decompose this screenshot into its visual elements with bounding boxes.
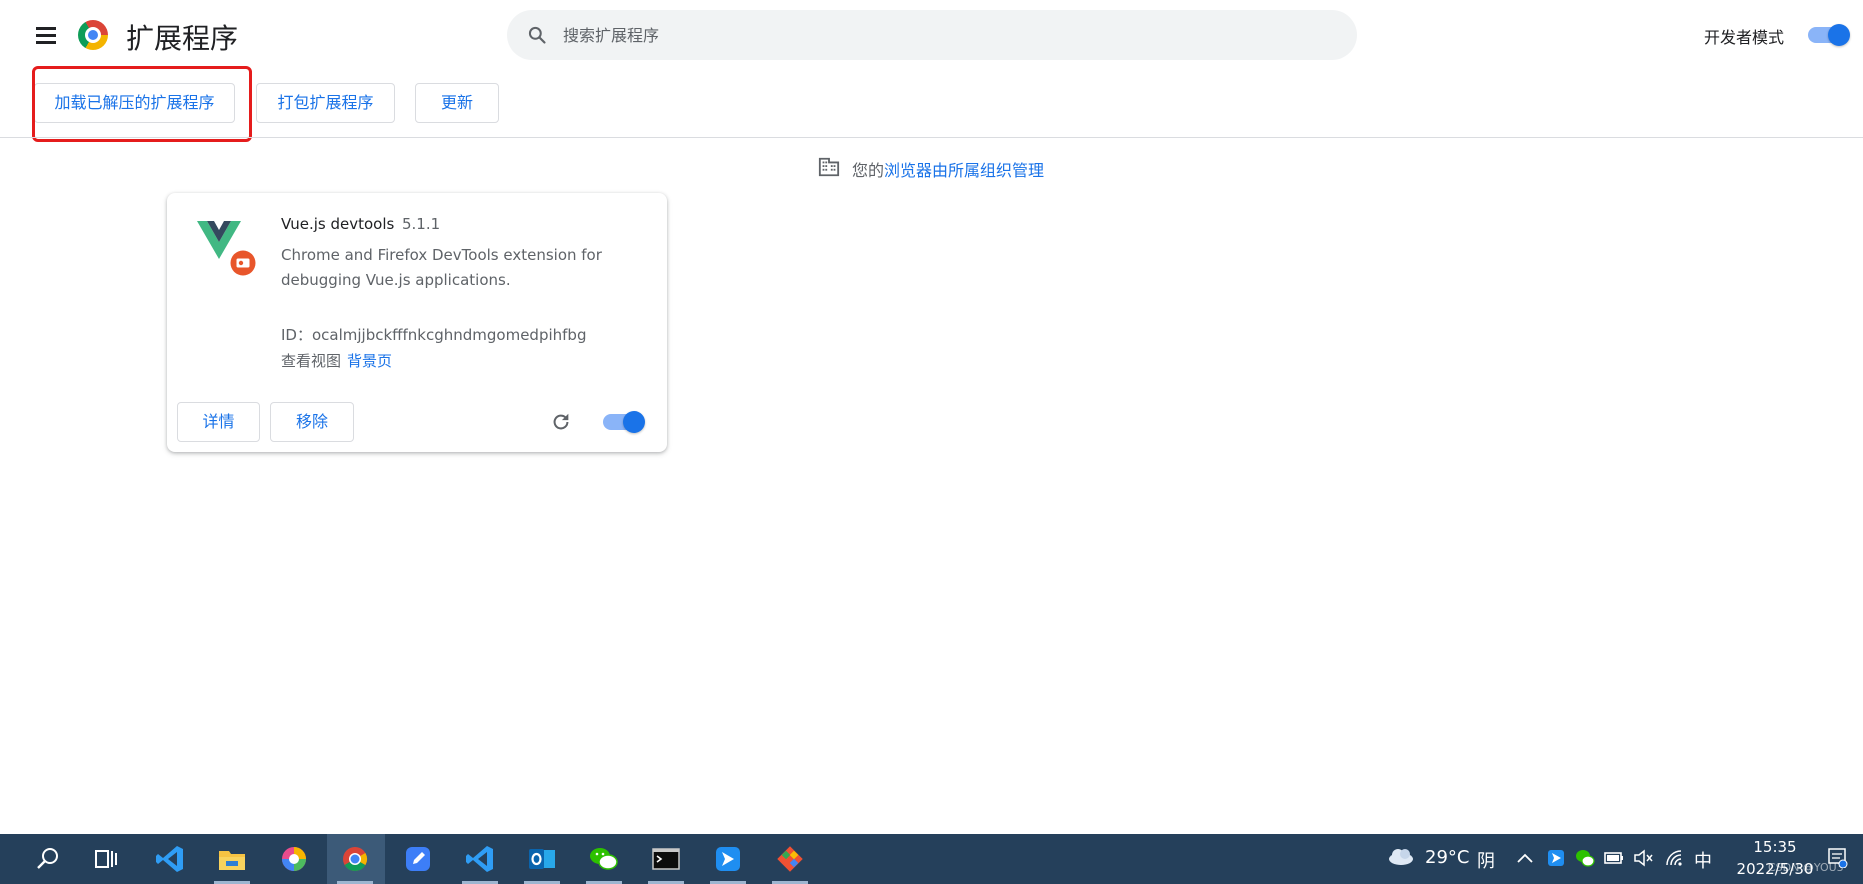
feishu-tray-icon[interactable]	[1545, 847, 1567, 869]
hamburger-menu-icon[interactable]	[34, 24, 58, 46]
dev-mode-label: 开发者模式	[1704, 28, 1785, 47]
taskbar-vscode-icon[interactable]	[142, 834, 198, 884]
managed-link[interactable]: 浏览器由所属组织管理	[884, 161, 1044, 180]
vscode-icon	[466, 846, 493, 872]
color-app-icon	[282, 847, 306, 871]
extension-description: Chrome and Firefox DevTools extension fo…	[281, 246, 602, 289]
details-button[interactable]: 详情	[177, 402, 260, 442]
search-bar[interactable]	[507, 10, 1357, 60]
notes-app-icon	[406, 847, 430, 871]
vscode-icon	[156, 846, 183, 872]
wechat-tray-icon[interactable]	[1574, 847, 1596, 869]
clock-time[interactable]: 15:35	[1740, 838, 1810, 856]
update-button[interactable]: 更新	[415, 83, 499, 123]
taskbar: 29°C 阴 中 15:35 2022/5/30 CSDN @YOU3	[0, 834, 1863, 884]
taskbar-chrome-icon[interactable]	[327, 834, 385, 884]
outlook-icon	[529, 849, 555, 869]
toggle-knob	[623, 411, 645, 433]
dev-mode-toggle[interactable]	[1808, 24, 1850, 46]
terminal-icon	[652, 848, 680, 870]
taskbar-vscode-icon[interactable]	[452, 834, 508, 884]
red-highlight-annotation	[32, 66, 252, 142]
background-page-link[interactable]: 背景页	[347, 352, 392, 370]
volume-muted-icon[interactable]	[1632, 847, 1654, 869]
chrome-icon	[343, 847, 368, 872]
extension-id: ID：ocalmjjbckfffnkcghndmgomedpihfbg	[281, 326, 587, 344]
taskbar-file-explorer-icon[interactable]	[204, 834, 260, 884]
vue-devtools-logo-icon	[197, 221, 258, 278]
wifi-icon[interactable]	[1663, 847, 1685, 869]
git-icon	[777, 846, 803, 872]
taskbar-search-icon[interactable]	[20, 834, 76, 884]
chrome-logo-icon	[78, 20, 108, 50]
notification-center-icon[interactable]	[1826, 846, 1848, 868]
page-title: 扩展程序	[126, 22, 239, 55]
chevron-up-icon[interactable]	[1514, 847, 1536, 869]
taskbar-wechat-icon[interactable]	[576, 834, 632, 884]
taskbar-notes-app-icon[interactable]	[390, 834, 446, 884]
feishu-icon	[716, 847, 740, 871]
input-method-indicator[interactable]: 中	[1694, 847, 1712, 873]
taskbar-color-app-icon[interactable]	[266, 834, 322, 884]
weather-description[interactable]: 阴	[1477, 847, 1495, 873]
battery-icon[interactable]	[1603, 847, 1625, 869]
remove-button[interactable]: 移除	[270, 402, 354, 442]
header-divider	[0, 137, 1863, 138]
extension-card: Vue.js devtools 5.1.1 Chrome and Firefox…	[167, 193, 667, 452]
search-icon	[37, 848, 58, 869]
extension-enable-toggle[interactable]	[603, 411, 645, 433]
taskbar-git-icon[interactable]	[762, 834, 818, 884]
wechat-icon	[590, 848, 618, 870]
search-icon	[528, 26, 546, 44]
file-explorer-icon	[219, 851, 245, 870]
taskbar-task-view-icon[interactable]	[78, 834, 134, 884]
taskbar-feishu-icon[interactable]	[700, 834, 756, 884]
toggle-knob	[1828, 24, 1850, 46]
top-bar: 扩展程序 开发者模式	[0, 0, 1863, 70]
extension-views: 查看视图 背景页	[281, 350, 392, 371]
extension-name: Vue.js devtools	[281, 215, 395, 233]
managed-text: 您的浏览器由所属组织管理	[852, 157, 1044, 181]
pack-extension-button[interactable]: 打包扩展程序	[256, 83, 395, 123]
weather-temperature[interactable]: 29°C	[1425, 847, 1469, 868]
taskbar-terminal-icon[interactable]	[638, 834, 694, 884]
views-label: 查看视图	[281, 352, 342, 370]
search-input[interactable]	[563, 10, 1323, 60]
weather-cloud-icon[interactable]	[1386, 845, 1416, 867]
task-view-icon	[95, 850, 117, 868]
building-icon	[818, 157, 840, 177]
extension-version: 5.1.1	[402, 215, 441, 233]
taskbar-outlook-icon[interactable]	[514, 834, 570, 884]
reload-icon[interactable]	[550, 411, 572, 433]
managed-prefix: 您的	[852, 161, 885, 180]
